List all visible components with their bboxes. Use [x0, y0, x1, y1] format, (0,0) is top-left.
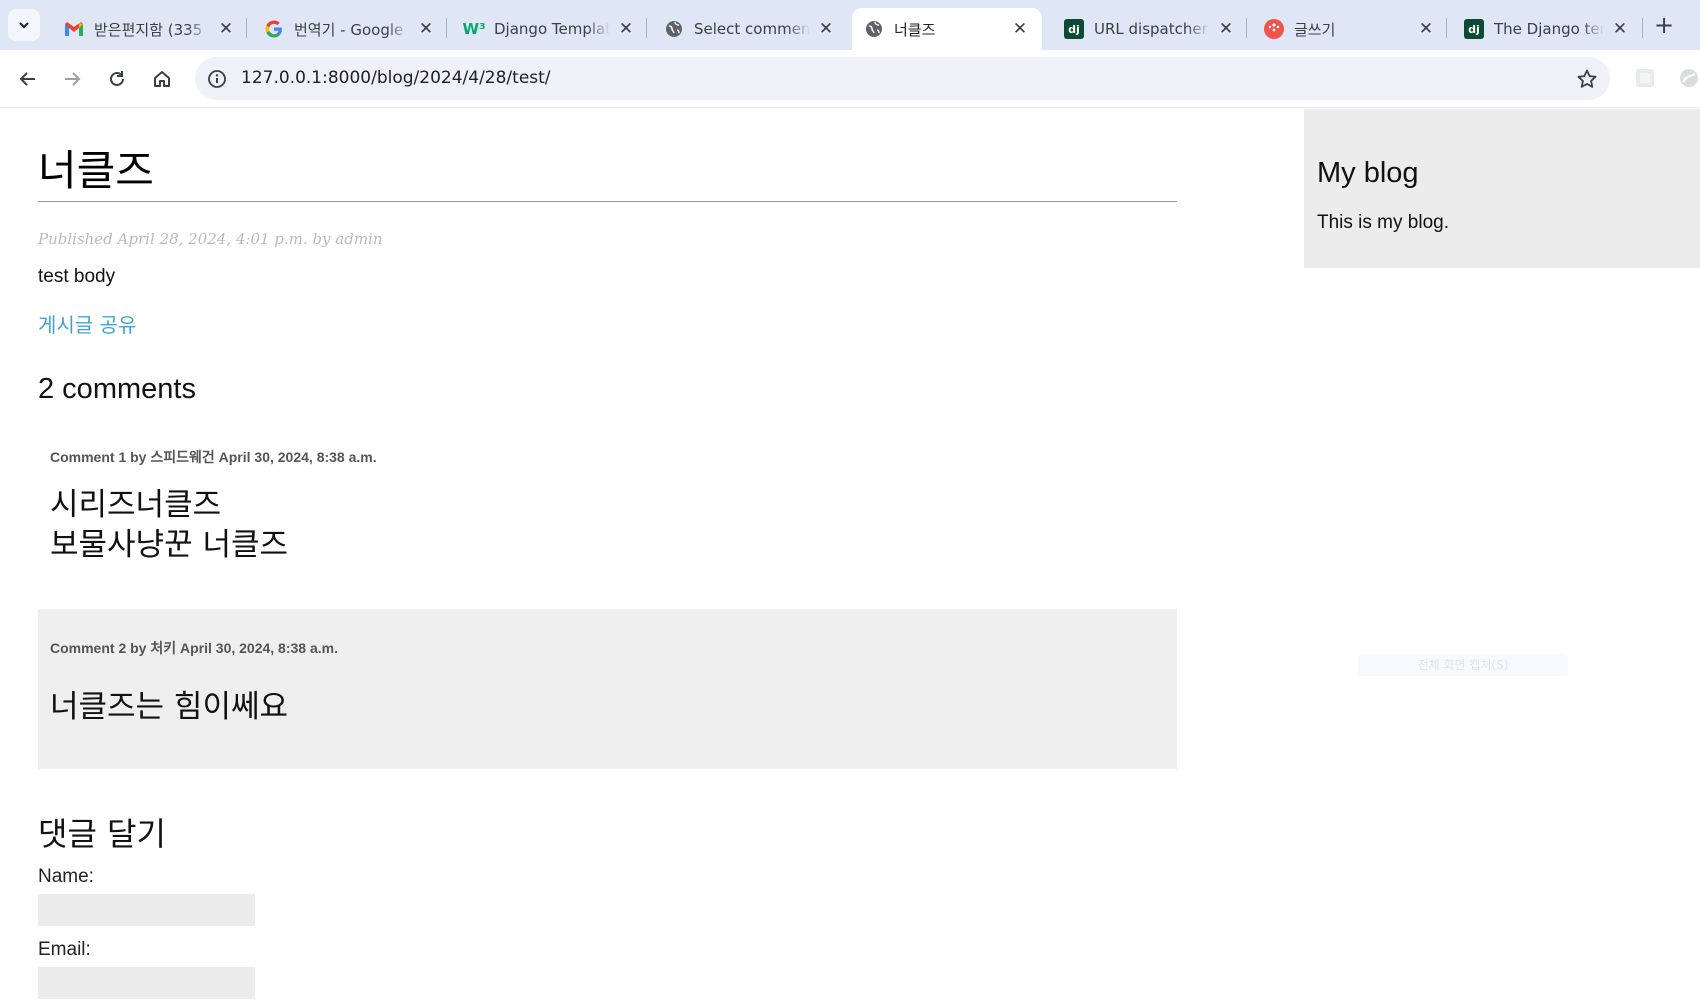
close-icon[interactable]: ✕ — [816, 19, 836, 39]
post-date: Published April 28, 2024, 4:01 p.m. by a… — [38, 230, 383, 248]
name-field[interactable] — [38, 894, 255, 926]
extension-icon[interactable] — [1634, 67, 1656, 89]
address-bar[interactable]: 127.0.0.1:8000/blog/2024/4/28/test/ — [195, 57, 1610, 100]
info-icon[interactable] — [205, 67, 228, 90]
tab-divider — [646, 18, 647, 38]
globe-icon — [664, 19, 684, 39]
tab-select-comment[interactable]: Select comment ✕ — [652, 8, 848, 50]
tab-title: 받은편지함 (335 — [94, 20, 203, 39]
close-icon[interactable]: ✕ — [616, 19, 636, 39]
tab-google-translate[interactable]: 번역기 - Google ✕ — [252, 8, 448, 50]
back-button[interactable] — [12, 63, 44, 95]
close-icon[interactable]: ✕ — [416, 19, 436, 39]
tab-title: 글쓰기 — [1294, 20, 1336, 39]
tab-django-template-lang[interactable]: dj The Django tem ✕ — [1452, 8, 1642, 50]
tab-active-post[interactable]: 너클즈 ✕ — [852, 8, 1042, 50]
sidebar-title: My blog — [1317, 157, 1419, 189]
tab-divider — [1642, 18, 1643, 38]
tab-write[interactable]: 글쓰기 ✕ — [1252, 8, 1448, 50]
django-icon: dj — [1464, 19, 1484, 39]
gmail-icon — [64, 19, 84, 39]
tab-divider — [246, 18, 247, 38]
bookmark-star-icon[interactable] — [1576, 68, 1598, 90]
post-body: test body — [38, 266, 116, 287]
close-icon[interactable]: ✕ — [1416, 19, 1436, 39]
comment-info: Comment 1 by 스피드웨건 April 30, 2024, 8:38 … — [50, 449, 377, 465]
new-tab-button[interactable]: + — [1650, 12, 1678, 40]
tab-django-templates[interactable]: W³ Django Templat ✕ — [452, 8, 648, 50]
page-viewport: 너클즈 Published April 28, 2024, 4:01 p.m. … — [0, 109, 1700, 1000]
tab-url-dispatcher[interactable]: dj URL dispatcher ✕ — [1052, 8, 1248, 50]
arrow-right-icon — [65, 72, 81, 86]
reload-button[interactable] — [101, 63, 133, 95]
django-icon: dj — [1064, 19, 1084, 39]
tab-title: The Django tem — [1494, 20, 1604, 38]
tab-divider — [1246, 18, 1247, 38]
reload-icon — [110, 71, 124, 86]
name-label: Name: — [38, 866, 94, 887]
tab-gmail[interactable]: 받은편지함 (335 ✕ — [52, 8, 248, 50]
tab-divider — [446, 18, 447, 38]
tab-strip: 받은편지함 (335 ✕ 번역기 - Google ✕ W³ Django Te… — [0, 0, 1700, 50]
tab-search-button[interactable] — [8, 9, 40, 41]
url-text[interactable]: 127.0.0.1:8000/blog/2024/4/28/test/ — [241, 68, 551, 88]
comment-text: 시리즈너클즈 보물사냥꾼 너클즈 — [50, 487, 289, 563]
sidebar-description: This is my blog. — [1317, 212, 1449, 233]
w3schools-icon: W³ — [462, 20, 486, 38]
tab-title: 번역기 - Google — [294, 20, 404, 39]
comment-item: Comment 1 by 스피드웨건 April 30, 2024, 8:38 … — [38, 429, 1177, 590]
comments-count-heading: 2 comments — [38, 373, 196, 405]
globe-icon — [864, 19, 884, 39]
tab-title: Django Templat — [494, 20, 610, 38]
tab-title: Select comment — [694, 20, 810, 38]
capture-tooltip: 전체 화면 캡처(S) — [1358, 654, 1568, 676]
title-divider — [38, 201, 1177, 202]
comment-info: Comment 2 by 처키 April 30, 2024, 8:38 a.m… — [50, 640, 338, 656]
forward-button[interactable] — [56, 63, 88, 95]
comment-item: Comment 2 by 처키 April 30, 2024, 8:38 a.m… — [38, 609, 1177, 769]
home-button[interactable] — [146, 63, 178, 95]
close-icon[interactable]: ✕ — [1610, 19, 1630, 39]
post-title: 너클즈 — [38, 146, 154, 195]
close-icon[interactable]: ✕ — [1216, 19, 1236, 39]
google-icon — [264, 19, 284, 39]
close-icon[interactable]: ✕ — [1010, 19, 1030, 39]
email-field[interactable] — [38, 967, 255, 999]
tab-title: 너클즈 — [894, 20, 936, 39]
arrow-left-icon — [19, 72, 35, 86]
browser-toolbar: 127.0.0.1:8000/blog/2024/4/28/test/ — [0, 50, 1700, 108]
tistory-icon — [1264, 19, 1284, 39]
close-icon[interactable]: ✕ — [216, 19, 236, 39]
sidebar: My blog This is my blog. — [1304, 109, 1700, 268]
comment-text: 너클즈는 힘이쎄요 — [50, 689, 289, 725]
email-label: Email: — [38, 939, 91, 960]
home-icon — [154, 71, 170, 87]
profile-icon[interactable] — [1678, 67, 1700, 89]
tab-title: URL dispatcher — [1094, 20, 1208, 38]
tab-divider — [1446, 18, 1447, 38]
chevron-down-icon — [19, 22, 29, 29]
comment-form-heading: 댓글 달기 — [38, 815, 166, 853]
share-post-link[interactable]: 게시글 공유 — [38, 309, 136, 338]
